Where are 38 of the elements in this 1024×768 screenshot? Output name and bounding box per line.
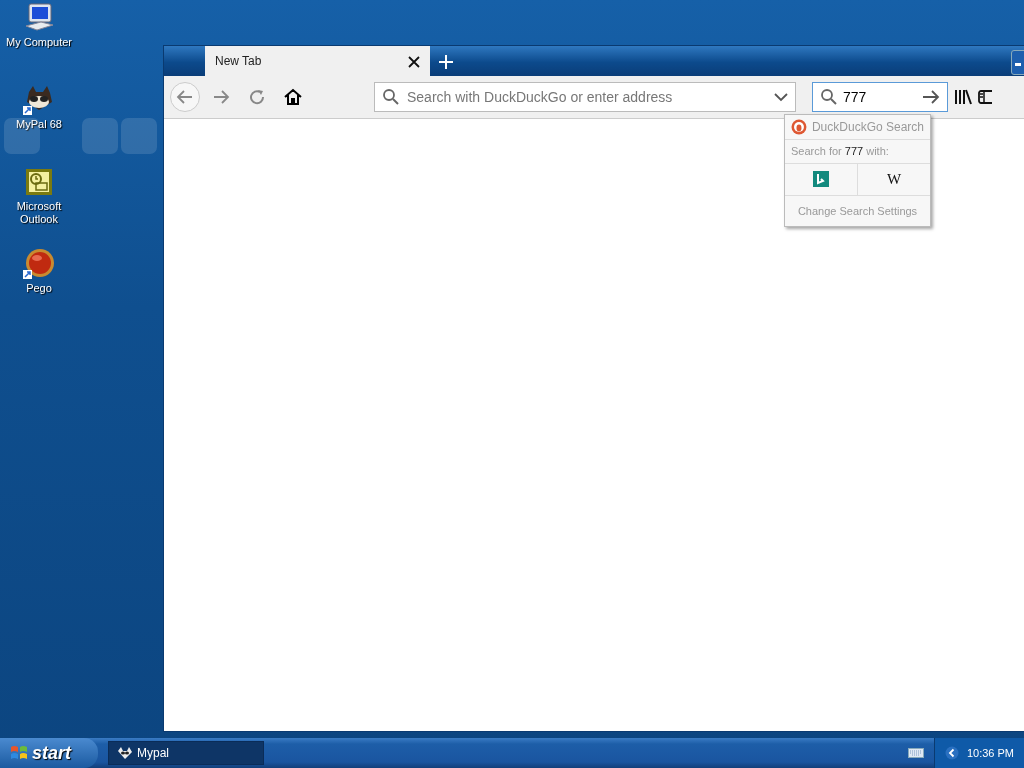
search-icon [820,88,838,106]
home-icon [284,88,302,106]
orb-icon[interactable] [23,248,55,280]
taskbar-button[interactable]: Mypal [108,741,264,765]
back-icon [176,88,194,106]
go-arrow-icon[interactable] [922,89,940,105]
windows-logo-icon [10,744,28,762]
back-button[interactable] [170,82,200,112]
dropdown-icon[interactable] [774,92,788,102]
icon-label[interactable]: My Computer [6,36,72,49]
search-field[interactable]: 777 [812,82,948,112]
icon-label[interactable]: MyPal 68 [16,118,62,131]
search-icon [382,88,400,106]
wikipedia-button[interactable]: W [857,163,930,195]
raccoon-icon[interactable] [23,84,55,116]
forward-icon [212,88,230,106]
icon-label[interactable]: Pego [26,282,52,295]
browser-tab[interactable]: New Tab [205,46,430,76]
chevron-icon[interactable] [944,746,959,760]
ghost-tile [82,118,118,154]
sidebar-icon[interactable] [978,89,992,105]
new-tab-icon[interactable] [439,55,453,70]
reload-icon [248,88,266,106]
engine-label: DuckDuckGo Search [811,119,924,136]
ghost-tile [121,118,157,154]
b-logo-icon [813,171,829,187]
close-icon[interactable] [408,56,420,69]
icon-label[interactable]: Microsoft Outlook [9,200,69,226]
search-for-text: Search for 777 with: [791,144,889,159]
duck-icon [791,119,807,135]
address-field[interactable]: Search with DuckDuckGo or enter address [374,82,796,112]
calendar-icon[interactable] [23,166,55,198]
start-button[interactable]: start [0,738,98,768]
keyboard-icon[interactable] [907,748,924,758]
computer-icon[interactable] [23,2,55,34]
library-icon[interactable] [954,89,972,105]
clock: 10:36 PM [966,745,1014,761]
raccoon-icon [117,746,133,760]
